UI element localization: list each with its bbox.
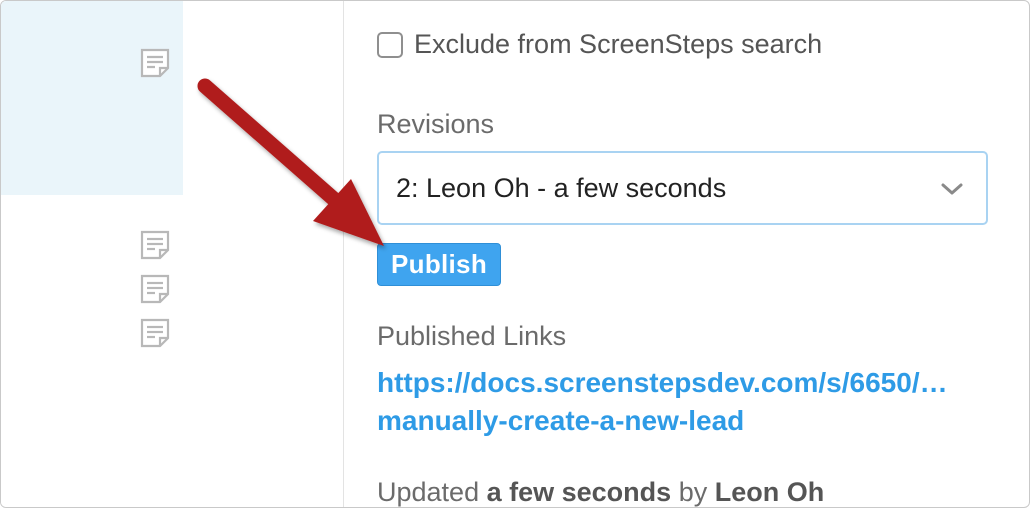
article-settings-pane: Exclude from ScreenSteps search Revision… (344, 1, 1029, 507)
exclude-search-checkbox[interactable] (377, 31, 403, 58)
article-list-pane (1, 1, 344, 507)
revisions-select[interactable]: 2: Leon Oh - a few seconds (377, 151, 988, 225)
document-icon[interactable] (140, 48, 170, 78)
updated-prefix: Updated (377, 477, 480, 507)
chevron-down-icon (941, 183, 963, 195)
document-icon[interactable] (140, 318, 170, 348)
published-link-line2[interactable]: manually-create-a-new-lead (377, 405, 744, 437)
document-icon[interactable] (140, 230, 170, 260)
updated-status: Updated a few seconds by Leon Oh (377, 477, 825, 507)
revisions-selected-value: 2: Leon Oh - a few seconds (396, 172, 727, 203)
selected-row-highlight (1, 1, 183, 195)
screenshot-frame: Exclude from ScreenSteps search Revision… (0, 0, 1030, 508)
publish-button[interactable]: Publish (377, 243, 501, 286)
updated-by: by (678, 477, 708, 507)
exclude-search-row[interactable]: Exclude from ScreenSteps search (377, 29, 822, 60)
updated-author: Leon Oh (714, 477, 825, 507)
updated-time: a few seconds (486, 477, 672, 507)
exclude-search-label[interactable]: Exclude from ScreenSteps search (414, 29, 822, 60)
published-links-label: Published Links (377, 321, 567, 351)
document-icon[interactable] (140, 274, 170, 304)
published-link-line1[interactable]: https://docs.screenstepsdev.com/s/6650/… (377, 367, 948, 399)
revisions-label: Revisions (377, 109, 495, 139)
